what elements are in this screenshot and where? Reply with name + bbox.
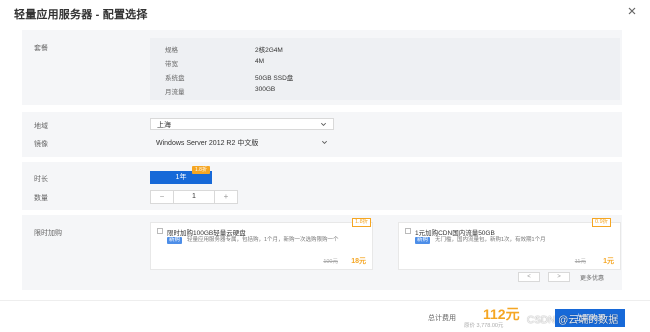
- pager-next-button[interactable]: >: [548, 272, 570, 282]
- image-select[interactable]: Windows Server 2012 R2 中文版: [150, 137, 334, 149]
- quantity-value[interactable]: 1: [173, 191, 215, 203]
- dialog-title: 轻量应用服务器 - 配置选择: [14, 9, 148, 21]
- chevron-down-icon: [321, 122, 326, 126]
- region-label: 地域: [34, 123, 48, 130]
- duration-quantity-panel: [22, 162, 622, 210]
- addon-discount-badge: 1.8折: [352, 218, 372, 227]
- spec-label-traffic: 月流量: [165, 89, 185, 96]
- addon-card-cdn[interactable]: 1元加购CDN国内流量50GB 新购 无门槛，国内流量包，新购1次，有效期1个月…: [398, 222, 621, 270]
- region-select-value: 上海: [157, 122, 171, 129]
- spec-value-bandwidth: 4M: [255, 58, 265, 65]
- addon-price: 18元: [351, 258, 366, 265]
- spec-label-bandwidth: 带宽: [165, 61, 178, 68]
- package-label: 套餐: [34, 45, 48, 52]
- csdn-watermark: CSDN @云端的数据: [527, 315, 619, 326]
- addon-orig-price: 11元: [574, 259, 586, 265]
- addon-card-cloud-disk[interactable]: 限时加购100GB轻量云硬盘 新购 轻量应用服务器专属，包括购，1个月，新购一次…: [150, 222, 373, 270]
- spec-value-traffic: 300GB: [255, 86, 276, 93]
- dialog-header: 轻量应用服务器 - 配置选择: [0, 0, 650, 24]
- close-icon[interactable]: [626, 5, 638, 17]
- pager-prev-button[interactable]: <: [518, 272, 540, 282]
- duration-discount-badge: 1.8折: [192, 166, 210, 174]
- quantity-label: 数量: [34, 195, 48, 202]
- spec-label-cpu: 规格: [165, 47, 178, 54]
- addon-orig-price: 100元: [323, 259, 338, 265]
- quantity-stepper[interactable]: − 1 +: [150, 190, 238, 204]
- addon-name: 限时加购100GB轻量云硬盘: [167, 230, 246, 237]
- addons-label: 限时加购: [34, 230, 62, 237]
- addon-tag: 新购: [167, 237, 183, 244]
- chevron-down-icon: [322, 140, 327, 144]
- region-select[interactable]: 上海: [150, 118, 334, 130]
- quantity-minus-button[interactable]: −: [151, 191, 173, 203]
- quantity-plus-button[interactable]: +: [215, 191, 237, 203]
- spec-value-disk: 50GB SSD盘: [255, 75, 294, 82]
- image-label: 镜像: [34, 141, 48, 148]
- addon-checkbox[interactable]: [157, 228, 163, 234]
- addon-desc: 轻量应用服务器专属，包括购，1个月，新购一次选购限购一个: [187, 237, 339, 243]
- addon-desc: 无门槛，国内流量包，新购1次，有效期1个月: [435, 237, 546, 243]
- addon-checkbox[interactable]: [405, 228, 411, 234]
- addon-tag: 新购: [415, 237, 431, 244]
- spec-value-cpu: 2核2G4M: [255, 47, 283, 54]
- addon-discount-badge: 0.9折: [592, 218, 612, 227]
- pager-more-link[interactable]: 更多优惠: [580, 273, 604, 282]
- total-label: 总计费用: [428, 315, 456, 322]
- package-spec-card: [150, 38, 620, 100]
- total-original-price: 原价 3,778.00元: [464, 323, 504, 329]
- image-select-value: Windows Server 2012 R2 中文版: [156, 140, 259, 147]
- addon-name: 1元加购CDN国内流量50GB: [415, 230, 495, 237]
- duration-label: 时长: [34, 176, 48, 183]
- spec-label-disk: 系统盘: [165, 75, 185, 82]
- addon-price: 1元: [603, 258, 614, 265]
